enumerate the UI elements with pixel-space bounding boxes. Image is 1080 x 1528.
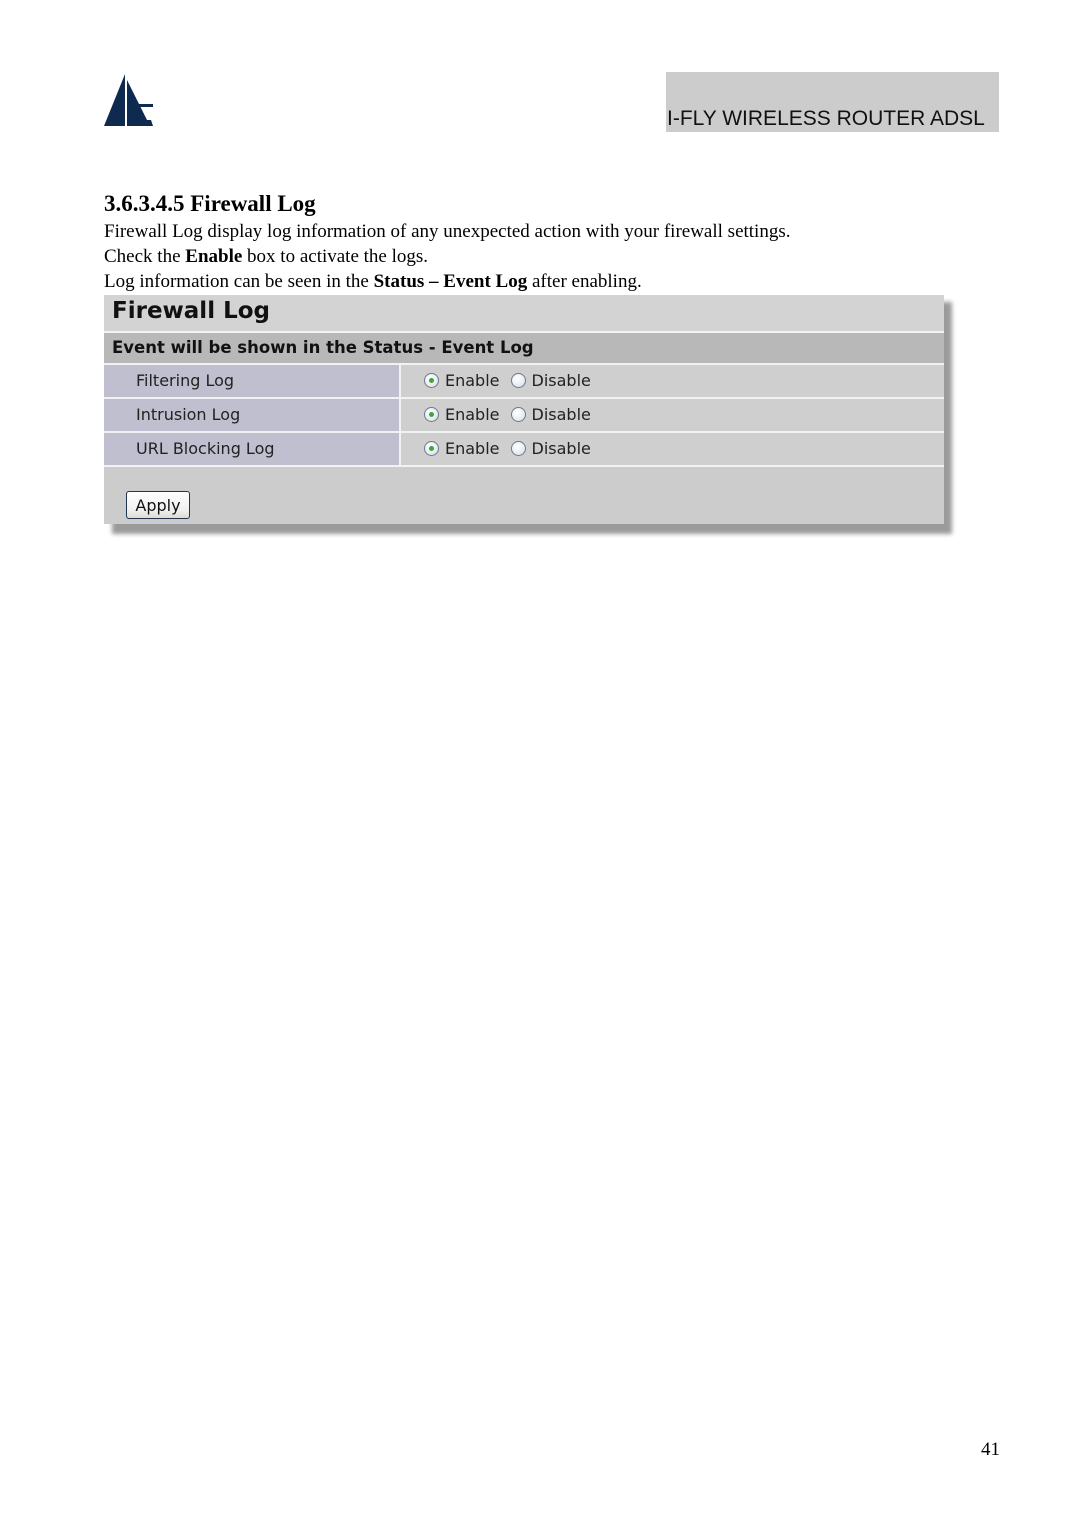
apply-button[interactable]: Apply — [126, 491, 190, 519]
bold-text: Status – Event Log — [373, 271, 528, 292]
radio-label[interactable]: Disable — [532, 405, 591, 424]
page-number: 41 — [981, 1439, 1000, 1460]
text: box to activate the logs. — [242, 246, 429, 267]
text: Log information can be seen in the — [104, 271, 374, 292]
radio-label[interactable]: Disable — [532, 371, 591, 390]
filtering-log-enable-radio[interactable] — [424, 373, 439, 388]
panel-title: Firewall Log — [112, 298, 271, 324]
row-label: Filtering Log — [136, 371, 235, 390]
url-blocking-log-radio-group: Enable Disable — [424, 439, 602, 458]
filtering-log-row: Filtering Log Enable Disable — [104, 365, 944, 399]
intrusion-log-row: Intrusion Log Enable Disable — [104, 399, 944, 433]
description-paragraph-2: Check the Enable box to activate the log… — [104, 246, 428, 268]
intrusion-log-disable-radio[interactable] — [510, 407, 526, 422]
row-value-cell: Enable Disable — [401, 399, 944, 431]
row-value-cell: Enable Disable — [401, 365, 944, 397]
text: after enabling. — [527, 271, 642, 292]
radio-label[interactable]: Disable — [532, 439, 591, 458]
section-title: 3.6.3.4.5 Firewall Log — [104, 191, 316, 216]
product-name: I-FLY WIRELESS ROUTER ADSL — [667, 107, 985, 130]
row-value-cell: Enable Disable — [401, 433, 944, 465]
intrusion-log-radio-group: Enable Disable — [424, 405, 602, 424]
firewall-log-panel: Firewall Log Event will be shown in the … — [104, 295, 944, 524]
radio-label[interactable]: Enable — [445, 405, 500, 424]
row-label-cell: Intrusion Log — [104, 399, 401, 431]
bold-text: Enable — [185, 246, 243, 267]
row-label-cell: Filtering Log — [104, 365, 401, 397]
radio-label[interactable]: Enable — [445, 371, 500, 390]
panel-subtitle-bar: Event will be shown in the Status - Even… — [104, 333, 944, 365]
product-banner: I-FLY WIRELESS ROUTER ADSL — [666, 72, 999, 132]
url-blocking-log-enable-radio[interactable] — [424, 441, 439, 456]
filtering-log-disable-radio[interactable] — [510, 373, 526, 388]
atlantis-logo-icon — [104, 74, 153, 126]
description-paragraph-3: Log information can be seen in the Statu… — [104, 271, 642, 293]
panel-title-bar: Firewall Log — [104, 295, 944, 333]
url-blocking-log-disable-radio[interactable] — [510, 441, 526, 456]
description-paragraph-1: Firewall Log display log information of … — [104, 221, 791, 242]
row-label: Intrusion Log — [136, 405, 241, 424]
intrusion-log-enable-radio[interactable] — [424, 407, 439, 422]
row-label-cell: URL Blocking Log — [104, 433, 401, 465]
row-label: URL Blocking Log — [136, 439, 275, 458]
radio-label[interactable]: Enable — [445, 439, 500, 458]
text: Check the — [104, 246, 186, 267]
panel-subtitle: Event will be shown in the Status - Even… — [112, 338, 534, 357]
url-blocking-log-row: URL Blocking Log Enable Disable — [104, 433, 944, 467]
filtering-log-radio-group: Enable Disable — [424, 371, 602, 390]
